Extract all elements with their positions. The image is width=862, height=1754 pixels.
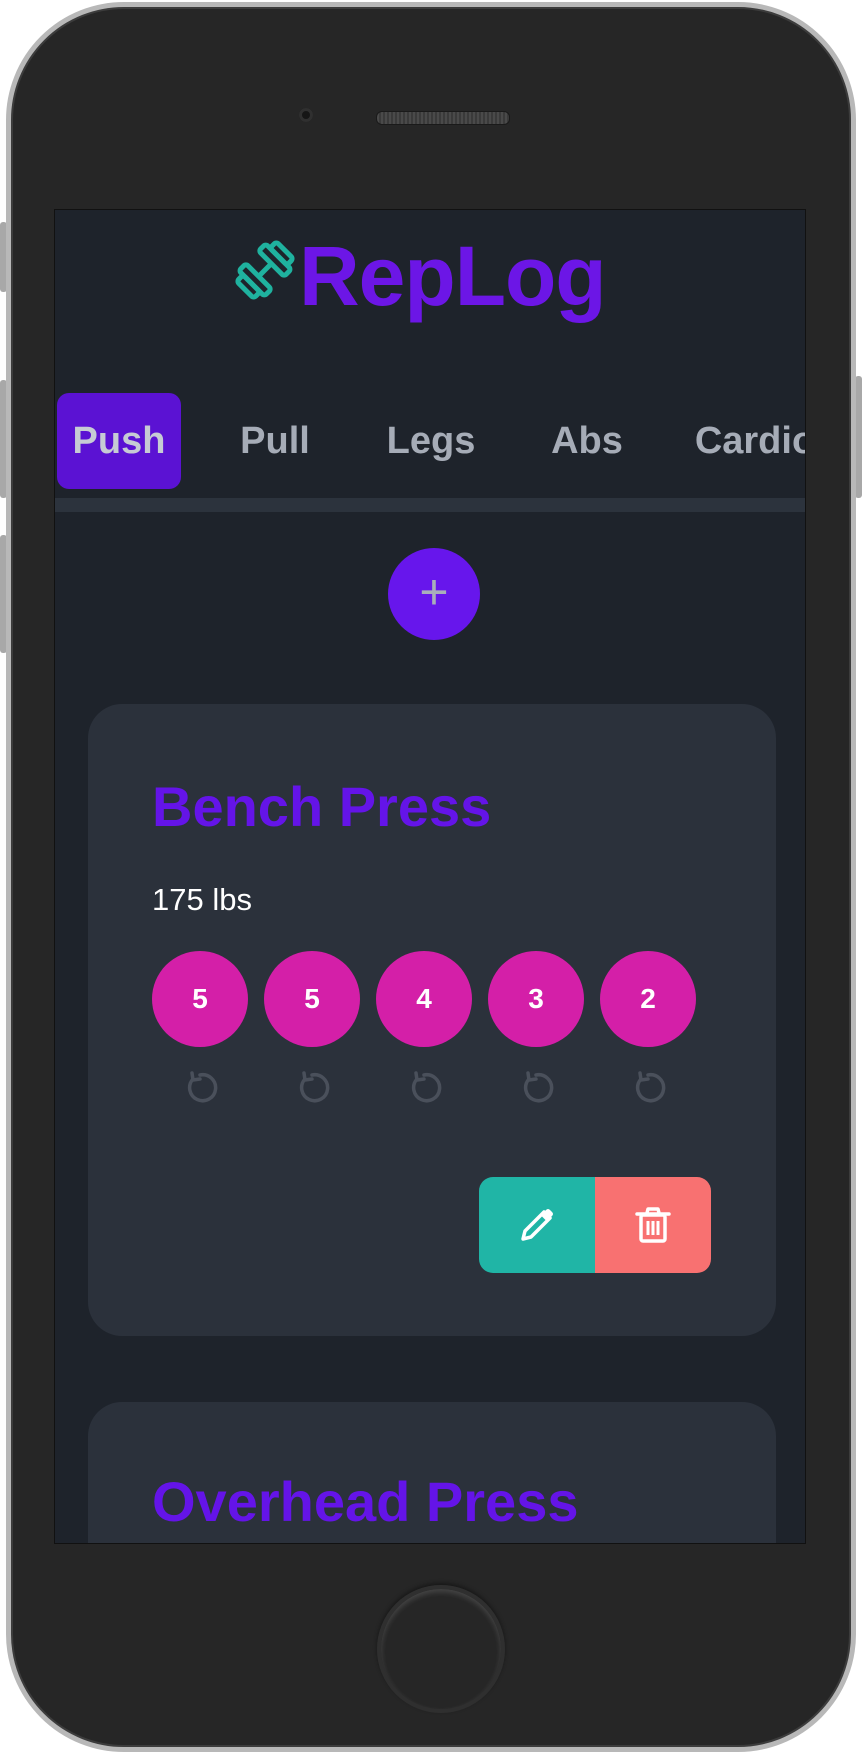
category-tabs: Push Pull Legs Abs Cardio bbox=[55, 393, 805, 489]
tab-legs[interactable]: Legs bbox=[369, 393, 493, 489]
power-button bbox=[855, 376, 862, 498]
set-button[interactable]: 5 bbox=[152, 951, 248, 1047]
tab-abs[interactable]: Abs bbox=[525, 393, 649, 489]
set-button[interactable]: 2 bbox=[600, 951, 696, 1047]
exercise-card: Overhead Press bbox=[88, 1402, 776, 1543]
dumbbell-icon bbox=[235, 240, 295, 300]
earpiece-speaker bbox=[376, 111, 510, 125]
undo-icon[interactable] bbox=[518, 1070, 554, 1106]
card-actions bbox=[479, 1177, 711, 1273]
set-button[interactable]: 4 bbox=[376, 951, 472, 1047]
exercise-weight: 175 lbs bbox=[152, 882, 252, 917]
tab-pull[interactable]: Pull bbox=[213, 393, 337, 489]
exercise-name: Bench Press bbox=[152, 775, 492, 838]
tab-push[interactable]: Push bbox=[57, 393, 181, 489]
set-button[interactable]: 3 bbox=[488, 951, 584, 1047]
undo-icon[interactable] bbox=[182, 1070, 218, 1106]
pencil-icon bbox=[521, 1209, 553, 1241]
undo-icon[interactable] bbox=[406, 1070, 442, 1106]
undo-icon[interactable] bbox=[630, 1070, 666, 1106]
app-header: RepLog bbox=[55, 210, 805, 360]
add-exercise-button[interactable]: + bbox=[388, 548, 480, 640]
undo-icon[interactable] bbox=[294, 1070, 330, 1106]
tabs-scrollbar[interactable] bbox=[55, 498, 805, 512]
home-button[interactable] bbox=[377, 1585, 505, 1713]
exercise-name: Overhead Press bbox=[152, 1470, 579, 1533]
app-title: RepLog bbox=[299, 229, 607, 323]
set-button[interactable]: 5 bbox=[264, 951, 360, 1047]
app-screen: RepLog Push Pull Legs Abs Cardio + Bench… bbox=[54, 209, 806, 1544]
front-camera bbox=[299, 108, 313, 122]
trash-icon bbox=[635, 1207, 671, 1243]
delete-button[interactable] bbox=[595, 1177, 711, 1273]
edit-button[interactable] bbox=[479, 1177, 595, 1273]
tab-cardio[interactable]: Cardio bbox=[680, 393, 805, 489]
exercise-card: Bench Press 175 lbs 5 5 4 3 2 bbox=[88, 704, 776, 1336]
